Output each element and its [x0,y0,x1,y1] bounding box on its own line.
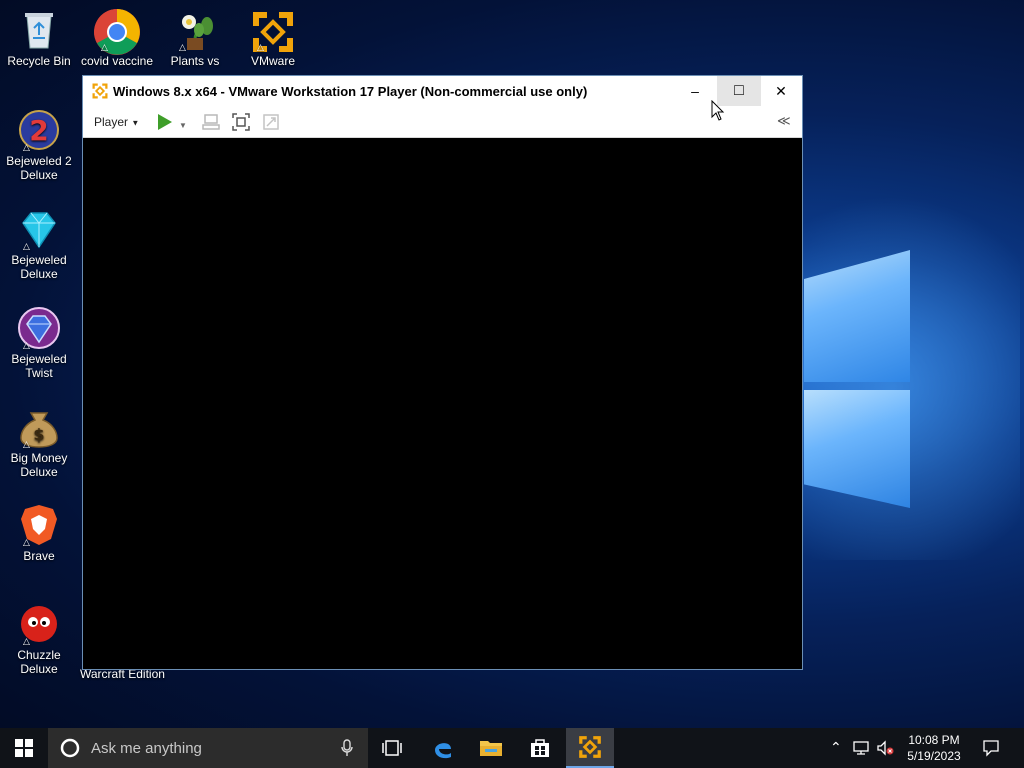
desktop-icon-label-line1: Bejeweled 2 [6,154,72,168]
shortcut-arrow-icon: △ [23,142,30,152]
bejeweled-2-icon: 2 △ [17,108,61,152]
desktop-icon-label: Chuzzle Deluxe [17,648,61,676]
network-tray-button[interactable] [852,739,870,757]
shortcut-arrow-icon: △ [23,537,30,547]
shortcut-arrow-icon: △ [101,42,108,52]
fullscreen-button[interactable] [231,112,251,132]
shortcut-arrow-icon: △ [23,439,30,449]
power-on-button[interactable] [155,112,175,132]
start-button[interactable] [0,728,48,768]
shortcut-arrow-icon: △ [23,636,30,646]
svg-text:$: $ [33,425,44,444]
player-menu-button[interactable]: Player ▼ [94,115,139,129]
desktop-icon-label: VMware [250,54,295,68]
collapse-toolbar-button[interactable]: ≪ [777,113,797,133]
clock-date: 5/19/2023 [907,749,961,763]
taskbar-vmware-button[interactable] [566,728,614,768]
brave-icon: △ [17,503,61,547]
bejeweled-twist-icon: △ [17,306,61,350]
mouse-cursor-icon [711,99,725,122]
volume-muted-icon [877,740,894,756]
close-button[interactable]: ✕ [759,76,803,106]
task-view-button[interactable] [368,728,416,768]
desktop-icon-vmware[interactable]: △ VMware [234,8,312,68]
vmware-icon: △ [251,8,295,52]
desktop-icon-label-line2: Twist [25,366,53,380]
desktop-icon-label-line1: Big Money [10,451,68,465]
desktop-icon-bejeweled-deluxe[interactable]: △ Bejeweled Deluxe [0,207,78,281]
microphone-icon[interactable] [341,739,353,757]
desktop-icon-plants-vs[interactable]: △ Plants vs [156,8,234,68]
power-options-dropdown[interactable]: ▼ [179,112,191,132]
chevron-down-icon: ▼ [179,121,187,130]
desktop-icon-bejeweled-2[interactable]: 2 △ Bejeweled 2 Deluxe [0,108,78,182]
recycle-bin-icon [17,8,61,52]
task-view-icon [382,740,402,756]
volume-tray-button[interactable] [876,739,894,757]
search-placeholder: Ask me anything [91,740,202,757]
big-money-icon: $ △ [17,405,61,449]
store-icon [531,739,549,757]
play-icon [158,114,172,130]
clock-time: 10:08 PM [908,733,960,747]
action-center-button[interactable] [982,739,1000,757]
clock[interactable]: 10:08 PM 5/19/2023 [900,732,968,764]
shortcut-arrow-icon: △ [179,42,186,52]
desktop-icon-label-line1: Bejeweled [11,253,67,267]
desktop-icon-label: covid vaccine [80,54,154,68]
shortcut-arrow-icon: △ [23,340,30,350]
network-computer-icon [202,114,220,130]
desktop-icon-brave[interactable]: △ Brave [0,503,78,563]
chevron-down-icon: ▼ [131,118,140,128]
window-title: Windows 8.x x64 - VMware Workstation 17 … [113,84,588,99]
taskbar: Ask me anything ⌃ 10:08 PM 5/19/2023 [0,728,1024,768]
notification-icon [983,740,999,757]
file-explorer-icon [480,741,502,756]
desktop-icon-bejeweled-twist[interactable]: △ Bejeweled Twist [0,306,78,380]
player-menu-label: Player [94,115,129,129]
unity-icon [263,114,279,130]
svg-text:2: 2 [29,114,48,147]
cortana-search-box[interactable]: Ask me anything [48,728,368,768]
minimize-icon: – [691,83,699,99]
vmware-icon [579,736,601,758]
network-icon [853,741,869,755]
double-chevron-left-icon: ≪ [777,113,791,128]
desktop-icon-label-line2: Deluxe [20,465,58,479]
desktop-icon-recycle-bin[interactable]: Recycle Bin [0,8,78,68]
bejeweled-deluxe-icon: △ [17,207,61,251]
maximize-icon: □ [734,82,744,99]
vmware-player-window: Windows 8.x x64 - VMware Workstation 17 … [82,75,803,670]
desktop-icon-label-line2: Deluxe [20,267,58,281]
unity-button[interactable] [261,112,281,132]
desktop-icon-label-line1: Bejeweled [11,352,67,366]
taskbar-file-explorer-button[interactable] [467,728,515,768]
desktop-icon-label: Recycle Bin [7,54,71,68]
vm-display-area[interactable] [83,138,802,669]
taskbar-store-button[interactable] [516,728,564,768]
chuzzle-icon: △ [17,602,61,646]
plants-vs-zombies-icon: △ [173,8,217,52]
cortana-circle-icon [60,738,80,758]
chrome-icon: △ [94,8,140,55]
shortcut-arrow-icon: △ [257,42,264,52]
close-icon: ✕ [775,82,787,99]
windows-logo-icon [15,739,33,757]
send-ctrl-alt-del-button[interactable] [201,112,221,132]
fullscreen-icon [232,113,250,131]
chevron-up-icon: ⌃ [830,739,842,755]
desktop-icon-big-money[interactable]: $ △ Big Money Deluxe [0,405,78,479]
desktop-icon-label: Brave [23,549,55,563]
vmware-app-icon [91,82,109,100]
desktop-icon-label-line2: Deluxe [20,168,58,182]
window-titlebar[interactable]: Windows 8.x x64 - VMware Workstation 17 … [83,76,802,106]
desktop-icon-covid-vaccine[interactable]: △ covid vaccine [78,8,156,68]
shortcut-arrow-icon: △ [23,241,30,251]
show-hidden-icons-button[interactable]: ⌃ [830,739,848,757]
desktop-icon-chuzzle[interactable]: △ Chuzzle Deluxe [0,602,78,676]
edge-icon [435,743,451,759]
taskbar-edge-button[interactable] [419,728,467,768]
vmware-toolbar: Player ▼ ▼ ≪ [83,106,802,138]
desktop-icon-label: Plants vs [170,54,220,68]
